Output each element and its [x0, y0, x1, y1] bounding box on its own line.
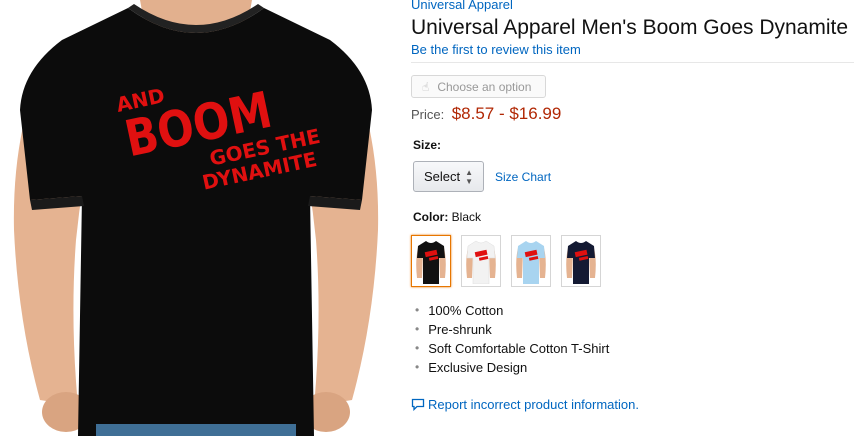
size-label: Size:	[413, 138, 442, 152]
product-title: Universal Apparel Men's Boom Goes Dynami…	[411, 16, 849, 39]
price-value: $8.57 - $16.99	[451, 104, 562, 123]
feature-item: Pre-shrunk	[413, 320, 609, 339]
divider	[411, 62, 854, 63]
shirt-thumbnail-icon	[514, 238, 548, 284]
color-swatch[interactable]	[411, 235, 451, 287]
color-swatches	[411, 235, 601, 287]
size-chart-link[interactable]: Size Chart	[495, 170, 551, 184]
size-dropdown-value: Select	[424, 169, 461, 184]
feature-item: Soft Comfortable Cotton T-Shirt	[413, 339, 609, 358]
feature-list: 100% Cotton Pre-shrunk Soft Comfortable …	[413, 301, 609, 377]
color-swatch[interactable]	[461, 235, 501, 287]
shirt-thumbnail-icon	[564, 238, 598, 284]
brand-link[interactable]: Universal Apparel	[411, 0, 513, 12]
color-row: Color: Black	[413, 210, 481, 224]
review-link[interactable]: Be the first to review this item	[411, 42, 581, 57]
choose-option-label: Choose an option	[437, 79, 532, 94]
feature-item: 100% Cotton	[413, 301, 609, 320]
report-label: Report incorrect product information.	[428, 397, 639, 412]
feature-item: Exclusive Design	[413, 358, 609, 377]
product-details: Universal Apparel Universal Apparel Men'…	[411, 0, 854, 436]
pointer-hand-icon: ☝	[422, 79, 430, 94]
product-image[interactable]: AND BOOM GOES THE DYNAMITE	[0, 0, 390, 436]
dropdown-arrows-icon: ▲ ▼	[465, 167, 473, 186]
color-value: Black	[451, 210, 482, 224]
color-label: Color:	[413, 210, 449, 224]
price-row: Price: $8.57 - $16.99	[411, 104, 561, 124]
size-dropdown[interactable]: Select ▲ ▼	[413, 161, 484, 192]
shirt-thumbnail-icon	[414, 238, 448, 284]
report-link[interactable]: Report incorrect product information.	[411, 397, 639, 412]
choose-option-button[interactable]: ☝ Choose an option	[411, 75, 546, 98]
color-swatch[interactable]	[561, 235, 601, 287]
shirt-thumbnail-icon	[464, 238, 498, 284]
chat-bubble-icon	[411, 398, 425, 411]
price-label: Price:	[411, 107, 445, 122]
color-swatch[interactable]	[511, 235, 551, 287]
